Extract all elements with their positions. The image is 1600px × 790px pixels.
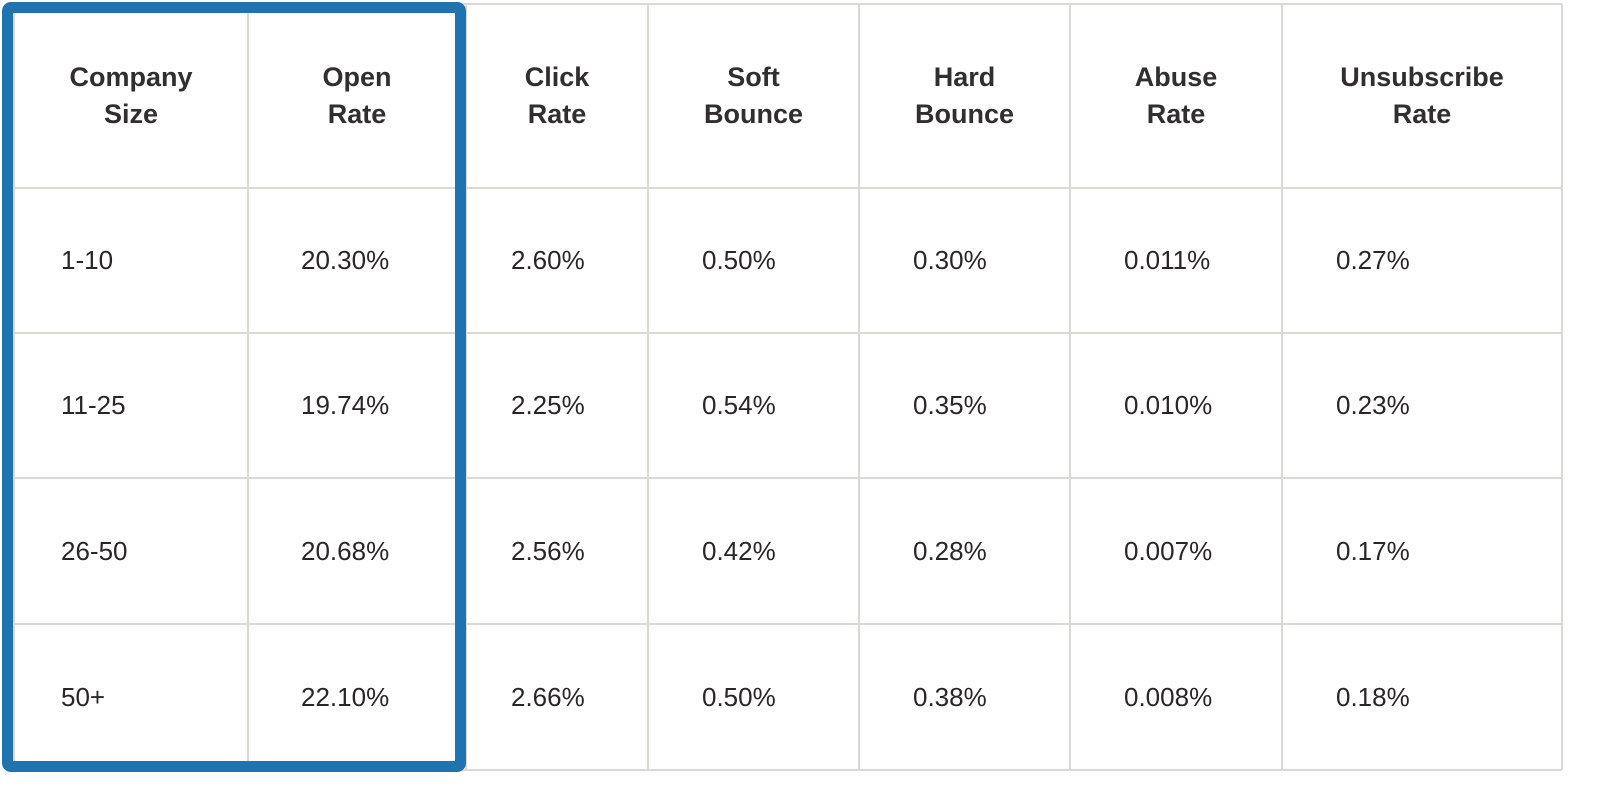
cell-abuse-rate: 0.007% <box>1124 535 1213 566</box>
cell-hard-bounce: 0.30% <box>913 245 987 275</box>
cell-hard-bounce: 0.35% <box>913 390 987 420</box>
column-header-hard-bounce: Hard Bounce <box>859 4 1070 188</box>
column-header-label: Soft Bounce <box>703 62 803 129</box>
cell-unsubscribe-rate: 0.27% <box>1336 245 1410 275</box>
cell-click-rate: 2.25% <box>511 390 585 420</box>
cell-soft-bounce: 0.50% <box>702 245 776 275</box>
column-header-unsubscribe-rate: Unsubscribe Rate <box>1282 4 1562 188</box>
column-header-abuse-rate: Abuse Rate <box>1070 4 1282 188</box>
column-header-soft-bounce: Soft Bounce <box>648 4 859 188</box>
cell-click-rate: 2.60% <box>511 245 585 275</box>
cell-unsubscribe-rate: 0.18% <box>1336 681 1410 712</box>
column-header-label: Abuse Rate <box>1134 62 1218 129</box>
highlight-box-company-size-open-rate <box>2 2 466 772</box>
cell-unsubscribe-rate: 0.23% <box>1336 390 1410 420</box>
cell-hard-bounce: 0.28% <box>913 535 987 566</box>
column-header-label: Click Rate <box>524 62 590 129</box>
cell-abuse-rate: 0.008% <box>1124 681 1213 712</box>
cell-click-rate: 2.66% <box>511 681 585 712</box>
column-header-label: Unsubscribe Rate <box>1340 62 1504 129</box>
cell-soft-bounce: 0.54% <box>702 390 776 420</box>
cell-click-rate: 2.56% <box>511 535 585 566</box>
cell-soft-bounce: 0.42% <box>702 535 776 566</box>
cell-hard-bounce: 0.38% <box>913 681 987 712</box>
column-header-click-rate: Click Rate <box>466 4 648 188</box>
column-header-label: Hard Bounce <box>914 62 1014 129</box>
cell-abuse-rate: 0.010% <box>1124 390 1213 420</box>
cell-abuse-rate: 0.011% <box>1124 245 1211 275</box>
cell-unsubscribe-rate: 0.17% <box>1336 535 1410 566</box>
cell-soft-bounce: 0.50% <box>702 681 776 712</box>
